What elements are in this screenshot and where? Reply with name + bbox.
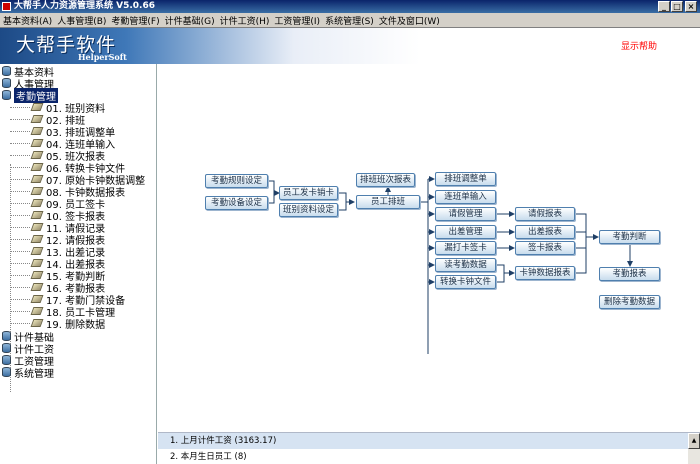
document-icon [30, 259, 44, 267]
document-icon [30, 199, 44, 207]
document-icon [30, 175, 44, 183]
database-icon [2, 78, 11, 88]
close-button[interactable]: × [685, 1, 697, 12]
database-open-icon [2, 90, 11, 100]
flow-shift-report[interactable]: 排班班次报表 [356, 173, 415, 187]
document-icon [30, 115, 44, 123]
menu-bar: 基本资料(A) 人事管理(B) 考勤管理(F) 计件基础(G) 计件工资(H) … [0, 13, 700, 28]
flow-delete-data[interactable]: 删除考勤数据 [599, 295, 660, 309]
flow-shift-data[interactable]: 班别资料设定 [279, 203, 338, 217]
flow-att-report[interactable]: 考勤报表 [599, 267, 660, 281]
document-icon [30, 283, 44, 291]
scrollbar-track[interactable] [688, 449, 700, 464]
menu-attendance[interactable]: 考勤管理(F) [111, 14, 164, 27]
document-icon [30, 211, 44, 219]
app-icon [2, 2, 11, 11]
menu-file-window[interactable]: 文件及窗口(W) [379, 14, 445, 27]
menu-piece-basic[interactable]: 计件基础(G) [165, 14, 220, 27]
flow-staff-schedule[interactable]: 员工排班 [356, 195, 420, 209]
database-icon [2, 355, 11, 365]
flow-trip-report[interactable]: 出差报表 [515, 225, 575, 239]
maximize-button[interactable]: □ [671, 1, 683, 12]
document-icon [30, 139, 44, 147]
document-icon [30, 127, 44, 135]
flow-attendance-rule[interactable]: 考勤规则设定 [205, 174, 268, 188]
document-icon [30, 295, 44, 303]
menu-wage[interactable]: 工资管理(I) [274, 14, 325, 27]
show-help-link[interactable]: 显示帮助 [621, 39, 657, 52]
flow-connectors [268, 176, 633, 354]
document-icon [30, 235, 44, 243]
banner: 大帮手软件 HelperSoft 显示帮助 [0, 28, 700, 64]
title-bar: 大帮手人力资源管理系统 V5.0.66 _ □ × [0, 0, 700, 13]
flow-attendance-device[interactable]: 考勤设备设定 [205, 196, 268, 210]
flow-continuous-shift[interactable]: 连班单输入 [435, 190, 496, 204]
reminder-row[interactable]: 1. 上月计件工资 (3163.17) [158, 433, 688, 449]
scroll-up-arrow-icon[interactable]: ▲ [688, 433, 700, 449]
document-icon [30, 223, 44, 231]
sidebar-tree: 基本资料 人事管理 考勤管理 01. 班别资料 02. 排班 03. 排班调整单… [0, 64, 157, 464]
document-icon [30, 247, 44, 255]
tree-root-system[interactable]: 系统管理 [2, 366, 54, 380]
flow-leave-mgmt[interactable]: 请假管理 [435, 207, 496, 221]
document-icon [30, 307, 44, 315]
document-icon [30, 163, 44, 171]
flow-issue-card[interactable]: 员工发卡销卡 [279, 186, 338, 200]
reminder-row[interactable]: 2. 本月生日员工 (8) [158, 449, 688, 464]
flow-read-data[interactable]: 读考勤数据 [435, 258, 496, 272]
database-icon [2, 343, 11, 353]
document-icon [30, 319, 44, 327]
reminder-panel: 1. 上月计件工资 (3163.17) 2. 本月生日员工 (8) ▲ [158, 432, 700, 464]
menu-piece-wage[interactable]: 计件工资(H) [220, 14, 275, 27]
menu-basic[interactable]: 基本资料(A) [3, 14, 57, 27]
document-icon [30, 103, 44, 111]
menu-personnel[interactable]: 人事管理(B) [57, 14, 111, 27]
database-icon [2, 66, 11, 76]
document-icon [30, 271, 44, 279]
flow-trip-mgmt[interactable]: 出差管理 [435, 225, 496, 239]
flow-judge[interactable]: 考勤判断 [599, 230, 660, 244]
database-icon [2, 367, 11, 377]
flow-convert-file[interactable]: 转换卡钟文件 [435, 275, 496, 289]
window-title: 大帮手人力资源管理系统 V5.0.66 [14, 1, 155, 11]
document-icon [30, 187, 44, 195]
flow-leave-report[interactable]: 请假报表 [515, 207, 575, 221]
flow-adjust-schedule[interactable]: 排班调整单 [435, 172, 496, 186]
document-icon [30, 151, 44, 159]
menu-system[interactable]: 系统管理(S) [325, 14, 379, 27]
flow-clock-report[interactable]: 卡钟数据报表 [515, 266, 575, 280]
banner-subtitle: HelperSoft [78, 52, 127, 62]
tree-item-19[interactable]: 19. 删除数据 [30, 317, 105, 331]
database-icon [2, 331, 11, 341]
flow-sign-report[interactable]: 签卡报表 [515, 241, 575, 255]
minimize-button[interactable]: _ [658, 1, 670, 12]
flow-missed-punch[interactable]: 漏打卡签卡 [435, 241, 496, 255]
attendance-flowchart: 考勤规则设定 考勤设备设定 员工发卡销卡 班别资料设定 排班班次报表 员工排班 … [158, 64, 700, 432]
